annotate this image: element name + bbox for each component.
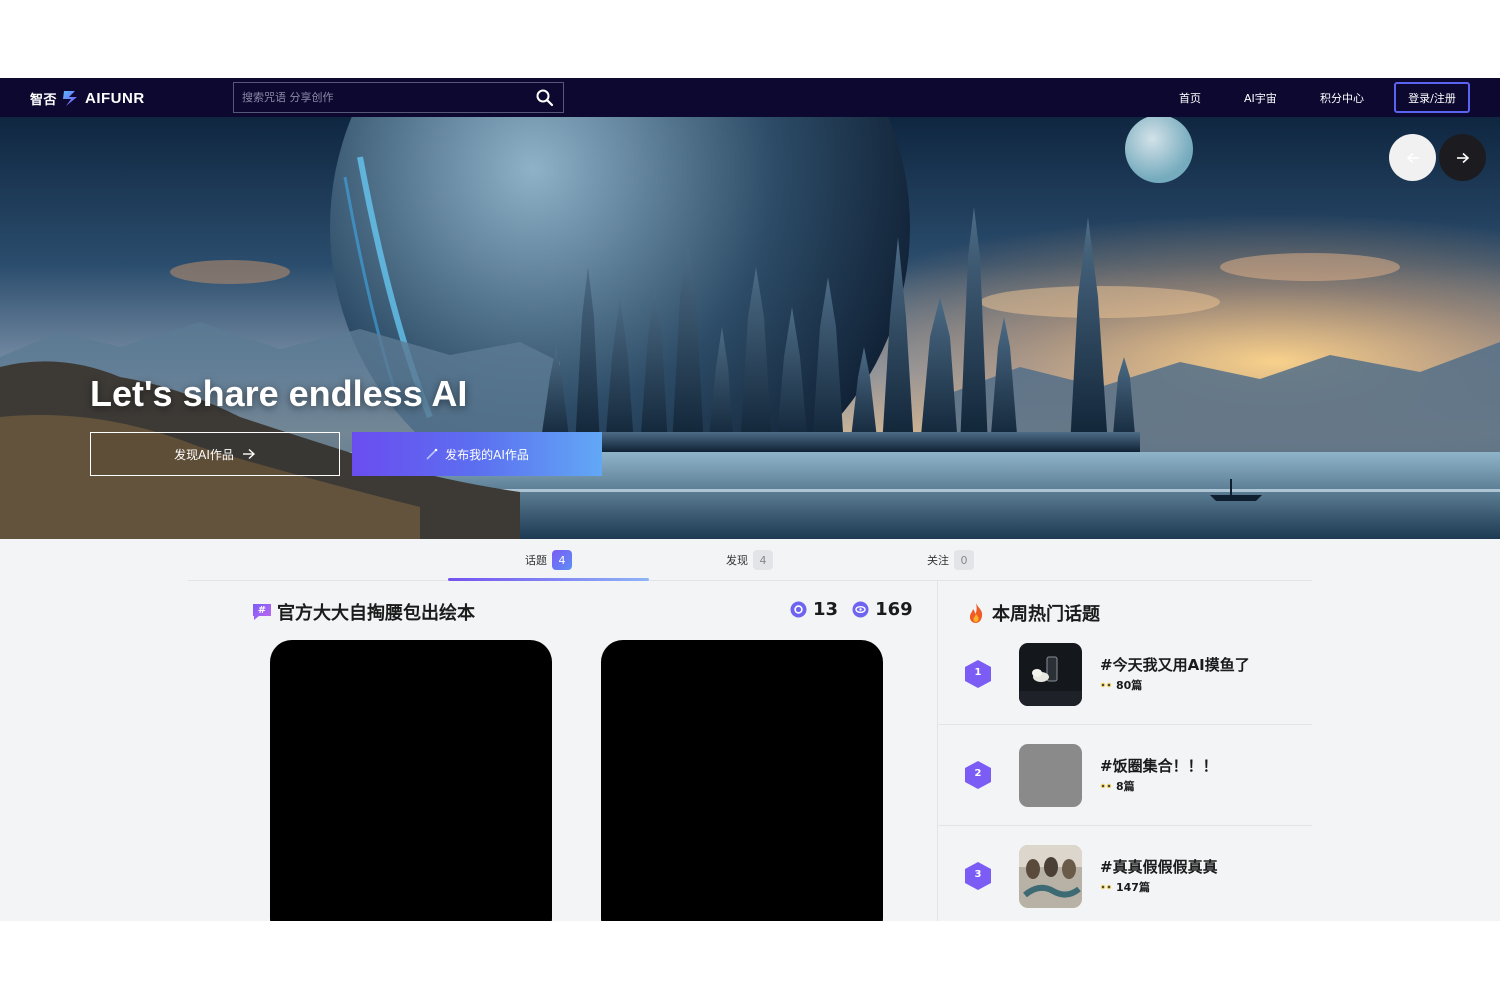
- hot-topics-header: 本周热门话题: [966, 600, 1100, 626]
- hero-banner: Let's share endless AI 发现AI作品 发布我的AI作品: [0, 117, 1500, 539]
- hot-topics-title: 本周热门话题: [992, 604, 1100, 625]
- tab-following[interactable]: 关注 0: [927, 550, 974, 570]
- topic-thumbnail: [1019, 643, 1082, 706]
- tab-count-badge: 4: [552, 550, 572, 570]
- eyes-icon: [1100, 682, 1112, 688]
- app-viewport: 智否 AIFUNR 首页 AI宇宙 积分中心 登录/注册: [0, 78, 1500, 921]
- discover-ai-works-button[interactable]: 发现AI作品: [90, 432, 340, 476]
- logo-mark-icon: [63, 91, 78, 106]
- active-tab-indicator: [448, 578, 649, 581]
- hot-topic-count: 8篇: [1100, 778, 1135, 794]
- logo-en-text: AIFUNR: [85, 89, 145, 107]
- discover-button-label: 发现AI作品: [174, 447, 234, 462]
- hot-topic-name: #真真假假假真真: [1100, 858, 1218, 876]
- nav-link-ai-universe[interactable]: AI宇宙: [1244, 90, 1277, 106]
- hot-topic-count-text: 80篇: [1116, 679, 1143, 692]
- search-input[interactable]: [234, 83, 524, 112]
- hot-topic-name: #饭圈集合！！！: [1100, 757, 1218, 775]
- topic-title: 官方大大自掏腰包出绘本: [277, 603, 475, 624]
- artwork-card[interactable]: [270, 640, 552, 921]
- arrow-right-icon: [242, 448, 255, 460]
- rank-number: 1: [974, 667, 982, 678]
- nav-link-points-center[interactable]: 积分中心: [1320, 90, 1364, 106]
- eyes-icon: [1100, 783, 1112, 789]
- topic-thumbnail-image: [1019, 643, 1082, 706]
- hot-topic-count: 80篇: [1100, 677, 1142, 693]
- arrow-right-icon: [1456, 152, 1469, 163]
- logo[interactable]: 智否 AIFUNR: [30, 88, 145, 108]
- topic-header: # 官方大大自掏腰包出绘本: [251, 599, 475, 625]
- hot-topic-count: 147篇: [1100, 879, 1150, 895]
- views-count-icon: [852, 601, 869, 618]
- topic-thumbnail-image: [1019, 845, 1082, 908]
- topic-hash-icon: #: [253, 604, 271, 620]
- rank-number: 2: [974, 768, 982, 779]
- arrow-left-icon: [1406, 152, 1419, 163]
- content-tabs: 话题 4 发现 4 关注 0: [188, 539, 1312, 581]
- fire-icon: [969, 603, 983, 623]
- carousel-prev-button[interactable]: [1389, 134, 1436, 181]
- tab-label: 发现: [726, 554, 748, 567]
- login-register-button[interactable]: 登录/注册: [1394, 82, 1470, 113]
- topic-views-count: 169: [875, 599, 913, 620]
- publish-ai-work-button[interactable]: 发布我的AI作品: [352, 432, 602, 476]
- magic-wand-icon: [426, 448, 438, 460]
- top-nav: 智否 AIFUNR 首页 AI宇宙 积分中心 登录/注册: [0, 78, 1500, 117]
- hot-topic-count-text: 147篇: [1116, 881, 1150, 894]
- tab-topics[interactable]: 话题 4: [525, 550, 572, 570]
- rank-number: 3: [974, 869, 982, 880]
- publish-button-label: 发布我的AI作品: [445, 447, 529, 462]
- hero-title: Let's share endless AI: [90, 373, 468, 414]
- hot-topic-item[interactable]: 3 #真真假假假真真 147篇: [938, 826, 1312, 921]
- tab-count-badge: 4: [753, 550, 773, 570]
- topic-stats: 13 169: [790, 599, 913, 620]
- works-count-icon: [790, 601, 807, 618]
- svg-text:#: #: [258, 605, 266, 616]
- tab-label: 关注: [927, 554, 949, 567]
- hot-topic-name: #今天我又用AI摸鱼了: [1100, 656, 1250, 674]
- carousel-next-button[interactable]: [1439, 134, 1486, 181]
- hot-topic-count-text: 8篇: [1116, 780, 1135, 793]
- topic-works-count: 13: [813, 599, 839, 620]
- tab-count-badge: 0: [954, 550, 974, 570]
- artwork-card[interactable]: [601, 640, 883, 921]
- logo-cn-text: 智否: [30, 92, 58, 108]
- search-box: [233, 82, 564, 113]
- tab-label: 话题: [525, 554, 547, 567]
- eyes-icon: [1100, 884, 1112, 890]
- topic-thumbnail: [1019, 744, 1082, 807]
- nav-link-home[interactable]: 首页: [1179, 90, 1201, 106]
- hot-topic-item[interactable]: 1 #今天我又用AI摸鱼了 80篇: [938, 624, 1312, 725]
- tab-discover[interactable]: 发现 4: [726, 550, 773, 570]
- topic-thumbnail: [1019, 845, 1082, 908]
- hot-topic-item[interactable]: 2 #饭圈集合！！！ 8篇: [938, 725, 1312, 826]
- search-icon[interactable]: [535, 88, 555, 108]
